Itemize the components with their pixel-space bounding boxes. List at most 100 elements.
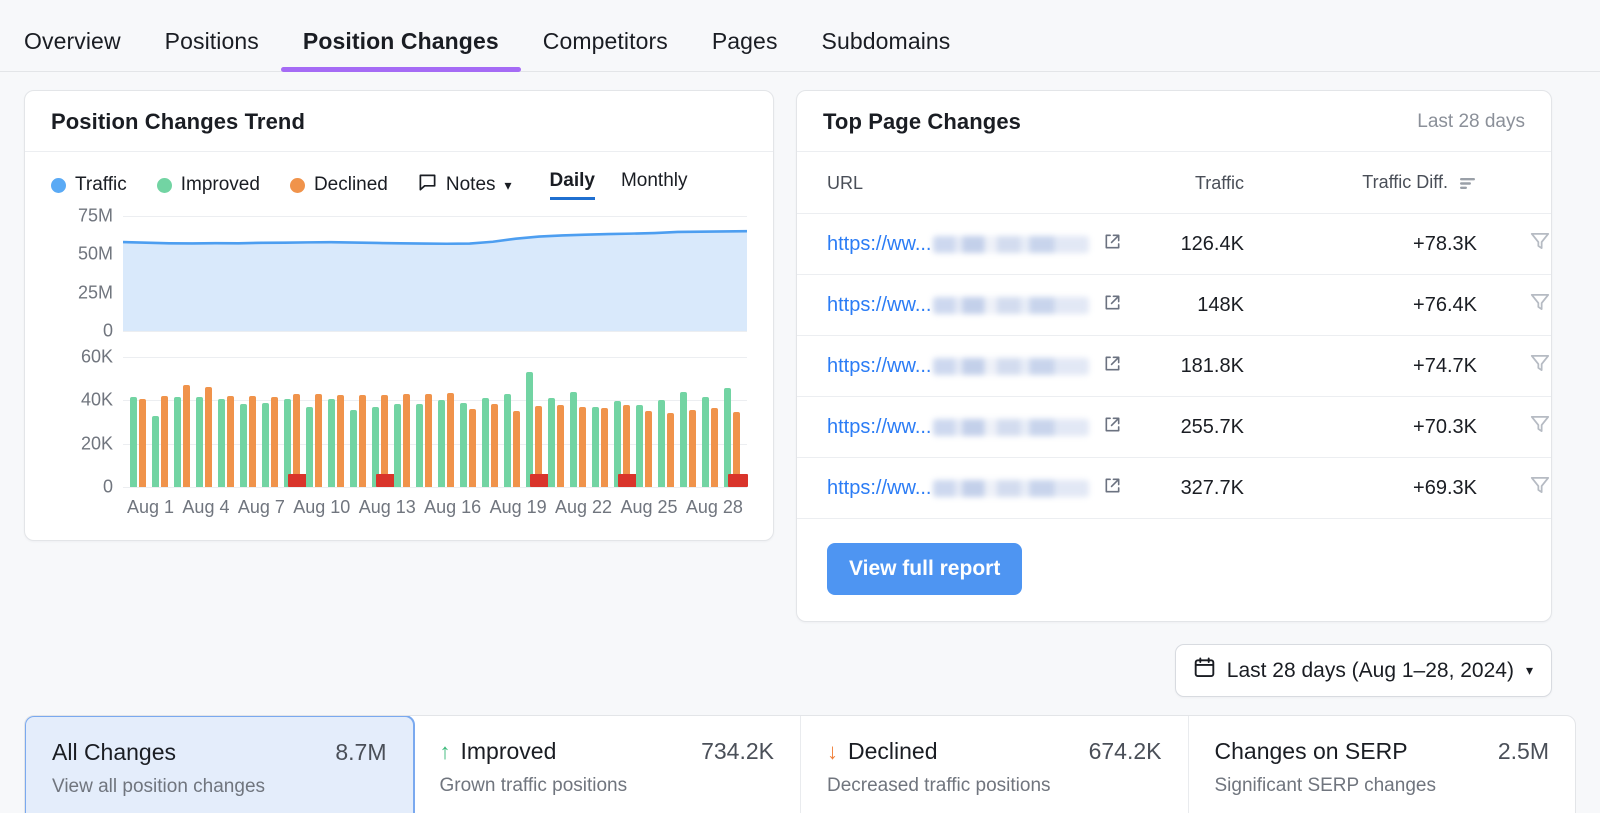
column-header-url[interactable]: URL: [797, 152, 1122, 214]
nav-tab-positions[interactable]: Positions: [143, 28, 281, 71]
sort-descending-icon[interactable]: [1460, 174, 1477, 195]
column-header-traffic[interactable]: Traffic: [1122, 152, 1244, 214]
nav-tab-competitors[interactable]: Competitors: [521, 28, 690, 71]
date-picker-row: Last 28 days (Aug 1–28, 2024) ▾: [24, 622, 1576, 697]
external-link-icon[interactable]: [1103, 415, 1122, 440]
legend-item-declined[interactable]: Declined: [290, 174, 388, 196]
bar-group[interactable]: [413, 357, 435, 487]
gridline: [123, 487, 747, 488]
bar-group[interactable]: [655, 357, 677, 487]
granularity-monthly[interactable]: Monthly: [621, 170, 688, 200]
bar-improved: [658, 400, 665, 487]
bar-group[interactable]: [633, 357, 655, 487]
bar-declined: [601, 408, 608, 487]
bar-group[interactable]: [721, 357, 743, 487]
url-link[interactable]: https://ww...: [827, 477, 931, 500]
column-header-actions: [1491, 152, 1551, 214]
bar-group[interactable]: [281, 357, 303, 487]
external-link-icon[interactable]: [1103, 354, 1122, 379]
table-header-row: URL Traffic Traffic Diff.: [797, 152, 1551, 214]
bar-group[interactable]: [479, 357, 501, 487]
bar-group[interactable]: [567, 357, 589, 487]
legend-item-traffic[interactable]: Traffic: [51, 174, 127, 196]
bar-group[interactable]: [457, 357, 479, 487]
table-row[interactable]: https://ww...148K+76.4K: [797, 275, 1551, 336]
bar-group[interactable]: [193, 357, 215, 487]
bar-declined: [249, 396, 256, 487]
table-row[interactable]: https://ww...181.8K+74.7K: [797, 336, 1551, 397]
notes-dropdown[interactable]: Notes ▾: [418, 173, 512, 198]
bar-group[interactable]: [303, 357, 325, 487]
bar-group[interactable]: [127, 357, 149, 487]
bar-group[interactable]: [589, 357, 611, 487]
bar-group[interactable]: [523, 357, 545, 487]
granularity-daily[interactable]: Daily: [550, 170, 595, 200]
url-link[interactable]: https://ww...: [827, 416, 931, 439]
bar-declined: [139, 399, 146, 487]
column-header-traffic-diff-label: Traffic Diff.: [1362, 172, 1448, 192]
summary-card-changes-on-serp[interactable]: Changes on SERP2.5MSignificant SERP chan…: [1189, 716, 1576, 813]
url-link[interactable]: https://ww...: [827, 233, 931, 256]
filter-icon[interactable]: [1529, 479, 1551, 501]
summary-card-all-changes[interactable]: All Changes8.7MView all position changes: [24, 715, 415, 813]
arrow-down-icon: ↓: [827, 739, 838, 765]
cell-url: https://ww...: [797, 336, 1122, 397]
bar-group[interactable]: [171, 357, 193, 487]
filter-icon[interactable]: [1529, 235, 1551, 257]
url-link[interactable]: https://ww...: [827, 294, 931, 317]
nav-tab-pages[interactable]: Pages: [690, 28, 800, 71]
bar-group[interactable]: [215, 357, 237, 487]
filter-icon[interactable]: [1529, 418, 1551, 440]
bar-declined: [711, 408, 718, 487]
table-row[interactable]: https://ww...327.7K+69.3K: [797, 458, 1551, 519]
top-pages-table: URL Traffic Traffic Diff.: [797, 152, 1551, 519]
traffic-area-svg: [123, 216, 747, 331]
table-row[interactable]: https://ww...255.7K+70.3K: [797, 397, 1551, 458]
table-row[interactable]: https://ww...126.4K+78.3K: [797, 214, 1551, 275]
date-range-picker[interactable]: Last 28 days (Aug 1–28, 2024) ▾: [1175, 644, 1552, 697]
bar-declined: [205, 387, 212, 487]
bar-group[interactable]: [149, 357, 171, 487]
bar-group[interactable]: [677, 357, 699, 487]
redacted-url-text: [933, 236, 1089, 253]
panels-row: Position Changes Trend Traffic Improved …: [24, 90, 1576, 622]
summary-card-declined[interactable]: ↓Declined674.2KDecreased traffic positio…: [801, 716, 1189, 813]
nav-tab-subdomains[interactable]: Subdomains: [800, 28, 973, 71]
external-link-icon[interactable]: [1103, 476, 1122, 501]
bar-group[interactable]: [699, 357, 721, 487]
table-header: URL Traffic Traffic Diff.: [797, 152, 1551, 214]
bar-group[interactable]: [501, 357, 523, 487]
bar-group[interactable]: [435, 357, 457, 487]
chart-x-axis: Aug 1Aug 4Aug 7Aug 10Aug 13Aug 16Aug 19A…: [123, 497, 747, 518]
x-axis-tick: Aug 10: [293, 497, 350, 518]
summary-card-value: 674.2K: [1089, 738, 1162, 765]
nav-tab-position-changes[interactable]: Position Changes: [281, 28, 521, 71]
nav-tab-overview[interactable]: Overview: [24, 28, 143, 71]
bar-group[interactable]: [369, 357, 391, 487]
bar-improved: [570, 392, 577, 487]
note-marker-icon[interactable]: [728, 474, 748, 487]
external-link-icon[interactable]: [1103, 232, 1122, 257]
external-link-icon[interactable]: [1103, 293, 1122, 318]
trend-chart-body: Traffic Improved Declined: [25, 152, 773, 540]
declined-dot-icon: [290, 178, 305, 193]
filter-icon[interactable]: [1529, 357, 1551, 379]
bar-group[interactable]: [545, 357, 567, 487]
legend-item-improved[interactable]: Improved: [157, 174, 260, 196]
view-full-report-button[interactable]: View full report: [827, 543, 1022, 595]
bar-group[interactable]: [237, 357, 259, 487]
bar-group[interactable]: [347, 357, 369, 487]
bar-improved: [262, 403, 269, 488]
bar-group[interactable]: [259, 357, 281, 487]
column-header-traffic-diff[interactable]: Traffic Diff.: [1244, 152, 1491, 214]
summary-card-description: View all position changes: [52, 776, 387, 798]
summary-card-improved[interactable]: ↑Improved734.2KGrown traffic positions: [414, 716, 802, 813]
url-link[interactable]: https://ww...: [827, 355, 931, 378]
summary-card-top: ↑Improved734.2K: [440, 738, 775, 765]
summary-card-value: 2.5M: [1498, 738, 1549, 765]
bar-group[interactable]: [611, 357, 633, 487]
bar-group[interactable]: [325, 357, 347, 487]
bar-group[interactable]: [391, 357, 413, 487]
url-wrapper: https://ww...: [827, 476, 1122, 501]
filter-icon[interactable]: [1529, 296, 1551, 318]
